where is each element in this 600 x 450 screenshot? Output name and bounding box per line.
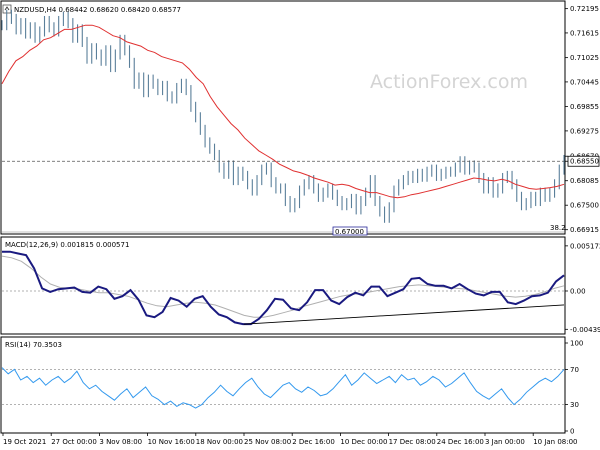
- support-box: 0.67000: [332, 226, 368, 236]
- price-tick-label: 0.71615: [570, 29, 599, 37]
- rsi-title: RSI(14) 70.3503: [5, 341, 62, 349]
- price-y-axis: 0.72195 0.71615 0.71025 0.70445 0.69855 0.692…: [565, 5, 600, 234]
- price-tick-label: 0.69275: [570, 127, 599, 135]
- x-tick-label: 3 Nov 08:00: [99, 438, 142, 446]
- x-tick-label: 18 Nov 00:00: [196, 438, 243, 446]
- x-tick-label: 10 Dec 00:00: [340, 438, 387, 446]
- symbol-line: NZDUSD,H4 0.68442 0.68620 0.68420 0.6857…: [14, 6, 181, 14]
- rsi-tick-label: 100: [570, 340, 583, 348]
- x-tick-label: 3 Jan 00:00: [485, 438, 525, 446]
- x-tick-label: 10 Jan 08:00: [533, 438, 577, 446]
- fib-label: 38.2: [550, 224, 566, 232]
- x-tick-label: 25 Nov 08:00: [244, 438, 291, 446]
- rsi-tick-label: 0: [570, 428, 574, 436]
- price-tick-label: 0.70445: [570, 78, 599, 86]
- rsi-tick-label: 70: [570, 366, 579, 374]
- support-box-label: 0.67000: [335, 228, 364, 236]
- price-tick-label: 0.67500: [570, 202, 599, 210]
- x-tick-label: 27 Oct 00:00: [51, 438, 97, 446]
- x-tick-label: 2 Dec 16:00: [292, 438, 335, 446]
- time-x-axis: 19 Oct 2021 27 Oct 00:00 3 Nov 08:00 10 Nov…: [2, 433, 578, 446]
- x-tick-label: 10 Nov 16:00: [148, 438, 195, 446]
- price-panel-frame: [0, 0, 566, 235]
- x-tick-label: 17 Dec 08:00: [389, 438, 436, 446]
- price-tick-label: 0.71025: [570, 54, 599, 62]
- price-tick-label: 0.72195: [570, 5, 599, 13]
- macd-title: MACD(12,26,9) 0.001815 0.000571: [5, 241, 129, 249]
- macd-panel-frame: [0, 236, 566, 335]
- price-tick-label: 0.66915: [570, 226, 599, 234]
- macd-tick-label: 0.005172: [570, 242, 600, 250]
- x-tick-label: 19 Oct 2021: [3, 438, 46, 446]
- forex-chart: ActionForex.com NZDUSD,H4 0.68442 0.6862…: [0, 0, 600, 446]
- price-tick-label: 0.68085: [570, 177, 599, 185]
- watermark: ActionForex.com: [370, 71, 528, 93]
- macd-tick-label: -0.004393: [570, 326, 600, 334]
- rsi-y-axis: 100 70 30 0: [565, 340, 583, 436]
- rsi-tick-label: 30: [570, 401, 579, 409]
- price-tick-label: 0.69855: [570, 103, 599, 111]
- price-tick-label: 0.68550: [570, 158, 599, 166]
- macd-y-axis: 0.005172 0.00 -0.004393: [565, 242, 600, 334]
- x-tick-label: 24 Dec 16:00: [437, 438, 484, 446]
- macd-tick-label: 0.00: [570, 287, 586, 295]
